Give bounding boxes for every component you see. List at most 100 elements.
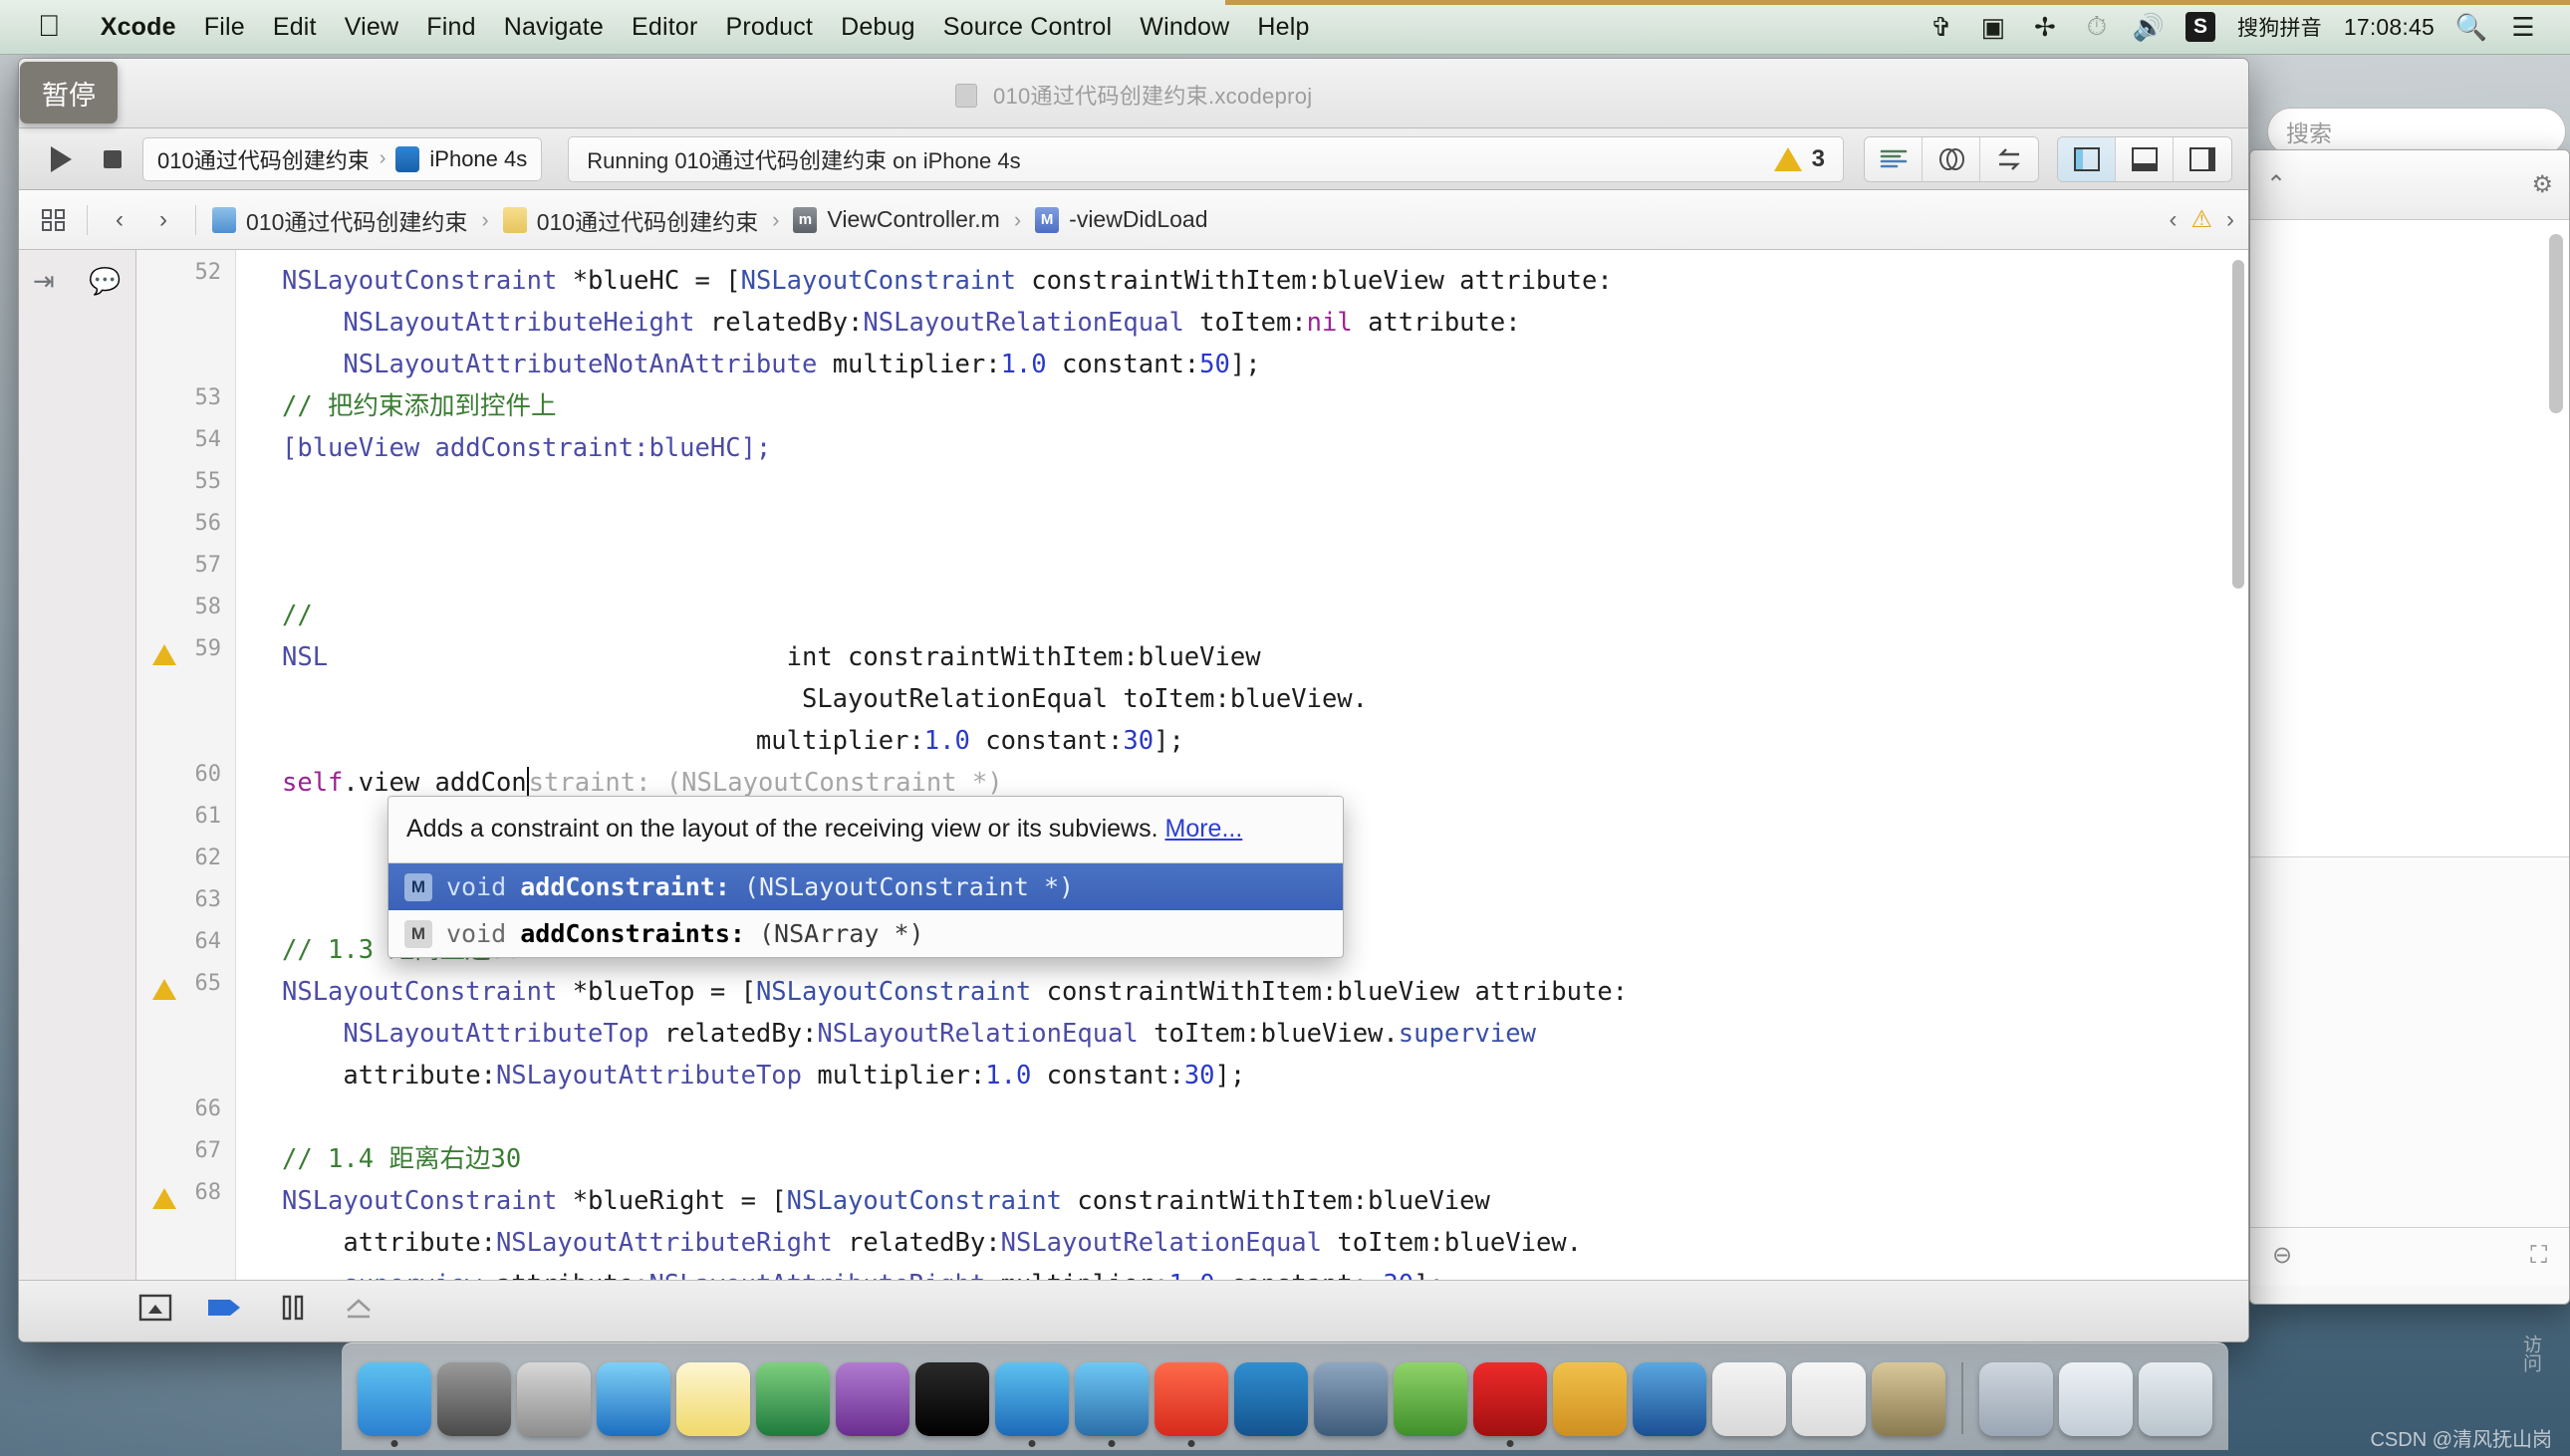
notification-center-icon[interactable]: ☰ [2508,12,2538,42]
scheme-selector[interactable]: 010通过代码创建约束 › iPhone 4s [142,137,542,181]
menu-item-product[interactable]: Product [712,13,828,42]
stop-button[interactable] [87,138,138,180]
dock-item-document-thumb-icon[interactable] [2059,1362,2133,1436]
issue-prev-icon[interactable]: ‹ [2169,206,2177,234]
version-editor-icon[interactable] [1980,137,2038,181]
dock-item-excel-icon[interactable] [756,1362,830,1436]
dock-item-mail-icon[interactable] [517,1362,591,1436]
gear-icon[interactable]: ⚙ [2531,170,2553,199]
dock-item-trash-icon[interactable] [2139,1362,2212,1436]
navigator-comment-icon[interactable]: 💬 [89,266,121,297]
dock-item-screenshot-thumb-icon[interactable] [1979,1362,2053,1436]
chevron-left-icon[interactable]: ‹ [98,200,141,240]
autocomplete-popup[interactable]: Adds a constraint on the layout of the r… [387,796,1344,958]
airplay-icon[interactable]: ✢ [2030,12,2060,42]
dock-item-terminal-icon[interactable] [915,1362,989,1436]
code-line[interactable]: // [282,595,313,636]
line-warning-icon[interactable] [152,1188,178,1214]
autocomplete-more-link[interactable]: More... [1165,815,1243,843]
menu-item-source-control[interactable]: Source Control [929,13,1127,42]
dock-item-sublime-icon[interactable] [1553,1362,1627,1436]
code-line[interactable]: NSLayoutConstraint *blueRight = [NSLayou… [282,1180,1490,1222]
menu-item-navigate[interactable]: Navigate [490,13,618,42]
background-search-field[interactable]: 搜索 [2267,108,2566,155]
dock-item-fontbook-icon[interactable] [1792,1362,1866,1436]
breadcrumb-project[interactable]: 010通过代码创建约束 [206,203,473,237]
dock-item-system-preferences-icon[interactable] [437,1362,511,1436]
search-icon[interactable]: 🔍 [2456,12,2486,42]
line-warning-icon[interactable] [152,644,178,670]
dock-item-filezilla-icon[interactable] [1473,1362,1547,1436]
code-line[interactable]: [blueView addConstraint:blueHC]; [282,427,771,469]
menu-item-debug[interactable]: Debug [827,13,929,42]
code-line[interactable]: multiplier:1.0 constant:30]; [282,720,1184,762]
screen-record-icon[interactable]: ▣ [1978,12,2008,42]
ime-label[interactable]: 搜狗拼音 [2237,12,2322,42]
navigator-back-icon[interactable]: ⇥ [33,266,55,297]
dock-item-onenote-icon[interactable] [836,1362,909,1436]
code-line[interactable]: NSLayoutAttributeNotAnAttribute multipli… [282,344,1261,385]
dock-item-pdf-expert-icon[interactable] [1155,1362,1228,1436]
editor-vertical-scrollbar[interactable] [2232,260,2244,589]
menubar-clock[interactable]: 17:08:45 [2344,14,2435,41]
menu-item-file[interactable]: File [190,13,259,42]
xcode-window[interactable]: 010通过代码创建约束.xcodeproj 010通过代码创建约束 › iPho… [18,58,2249,1342]
source-editor[interactable]: 525354555657585960616263646566676869 NSL… [136,250,2248,1342]
standard-editor-icon[interactable] [1865,137,1923,181]
autocomplete-item-addconstraints[interactable]: M void addConstraints: (NSArray *) [388,910,1343,957]
ime-badge-icon[interactable]: S [2185,12,2215,42]
dock-item-simulator-icon[interactable] [1075,1362,1149,1436]
hide-debug-area-icon[interactable] [138,1294,172,1329]
code-line[interactable]: attribute:NSLayoutAttributeRight related… [282,1222,1582,1264]
debug-area-toggle-icon[interactable] [2116,137,2174,181]
code-line[interactable]: SLayoutRelationEqual toItem:blueView. [282,678,1368,720]
warning-icon-small[interactable]: ⚠ [2190,205,2212,234]
apple-logo-icon[interactable]:  [38,12,61,42]
code-line[interactable]: NSLayoutConstraint *blueHC = [NSLayoutCo… [282,260,1613,302]
navigator-strip[interactable]: ⇥ 💬 [19,250,136,1342]
run-button[interactable] [35,138,87,180]
breadcrumb-method[interactable]: M -viewDidLoad [1029,206,1213,233]
navigator-toggle-icon[interactable] [2058,137,2116,181]
menu-item-window[interactable]: Window [1126,13,1243,42]
background-window[interactable]: ⌃ ⚙ ⊖ ⛶ [2249,149,2570,1305]
assistant-editor-icon[interactable] [1923,137,1980,181]
warning-indicator[interactable]: 3 [1774,145,1825,173]
timemachine-icon[interactable]: ⏱ [2082,12,2112,42]
menu-item-edit[interactable]: Edit [259,13,331,42]
menu-item-view[interactable]: View [331,13,413,42]
menu-item-editor[interactable]: Editor [618,13,712,42]
volume-icon[interactable]: 🔊 [2134,12,2164,42]
menu-item-xcode[interactable]: Xcode [87,13,190,42]
code-line[interactable]: // 1.4 距离右边30 [282,1138,521,1180]
step-out-icon[interactable] [342,1295,376,1328]
breadcrumb-file[interactable]: m ViewController.m [787,206,1005,233]
issue-next-icon[interactable]: › [2226,206,2234,234]
dock-item-notes-icon[interactable] [676,1362,750,1436]
code-line[interactable]: NSLayoutConstraint *blueTop = [NSLayoutC… [282,971,1628,1013]
dock-item-preview-icon[interactable] [1872,1362,1945,1436]
code-line[interactable]: NSLayoutAttributeHeight relatedBy:NSLayo… [282,302,1521,344]
dock-item-sketch-icon[interactable] [1234,1362,1308,1436]
fullscreen-icon[interactable]: ⛶ [2530,1242,2547,1270]
dock-item-evernote-icon[interactable] [1394,1362,1467,1436]
breadcrumb-folder[interactable]: 010通过代码创建约束 [497,203,764,237]
dock-item-finder-icon[interactable] [358,1362,431,1436]
menu-item-find[interactable]: Find [412,13,489,42]
dock-item-imovie-icon[interactable] [1314,1362,1388,1436]
background-window-scrollbar[interactable] [2549,234,2563,413]
bluetooth-icon[interactable]: ✞ [1927,12,1956,42]
code-line[interactable]: NSLayoutAttributeTop relatedBy:NSLayoutR… [282,1013,1536,1055]
continue-execution-icon[interactable] [206,1295,244,1328]
chevron-down-icon[interactable]: ⌃ [2266,170,2286,199]
related-items-icon[interactable] [33,200,77,240]
chevron-right-icon[interactable]: › [141,200,185,240]
line-warning-icon[interactable] [152,979,178,1005]
autocomplete-item-addconstraint[interactable]: M void addConstraint: (NSLayoutConstrain… [388,863,1343,910]
utilities-toggle-icon[interactable] [2174,137,2231,181]
code-line[interactable]: NSL int constraintWithItem:blueView [282,636,1261,678]
pause-icon[interactable] [278,1294,308,1329]
dock-item-appstore-icon[interactable] [1712,1362,1786,1436]
code-line[interactable]: // 把约束添加到控件上 [282,385,557,427]
menu-item-help[interactable]: Help [1243,13,1323,42]
